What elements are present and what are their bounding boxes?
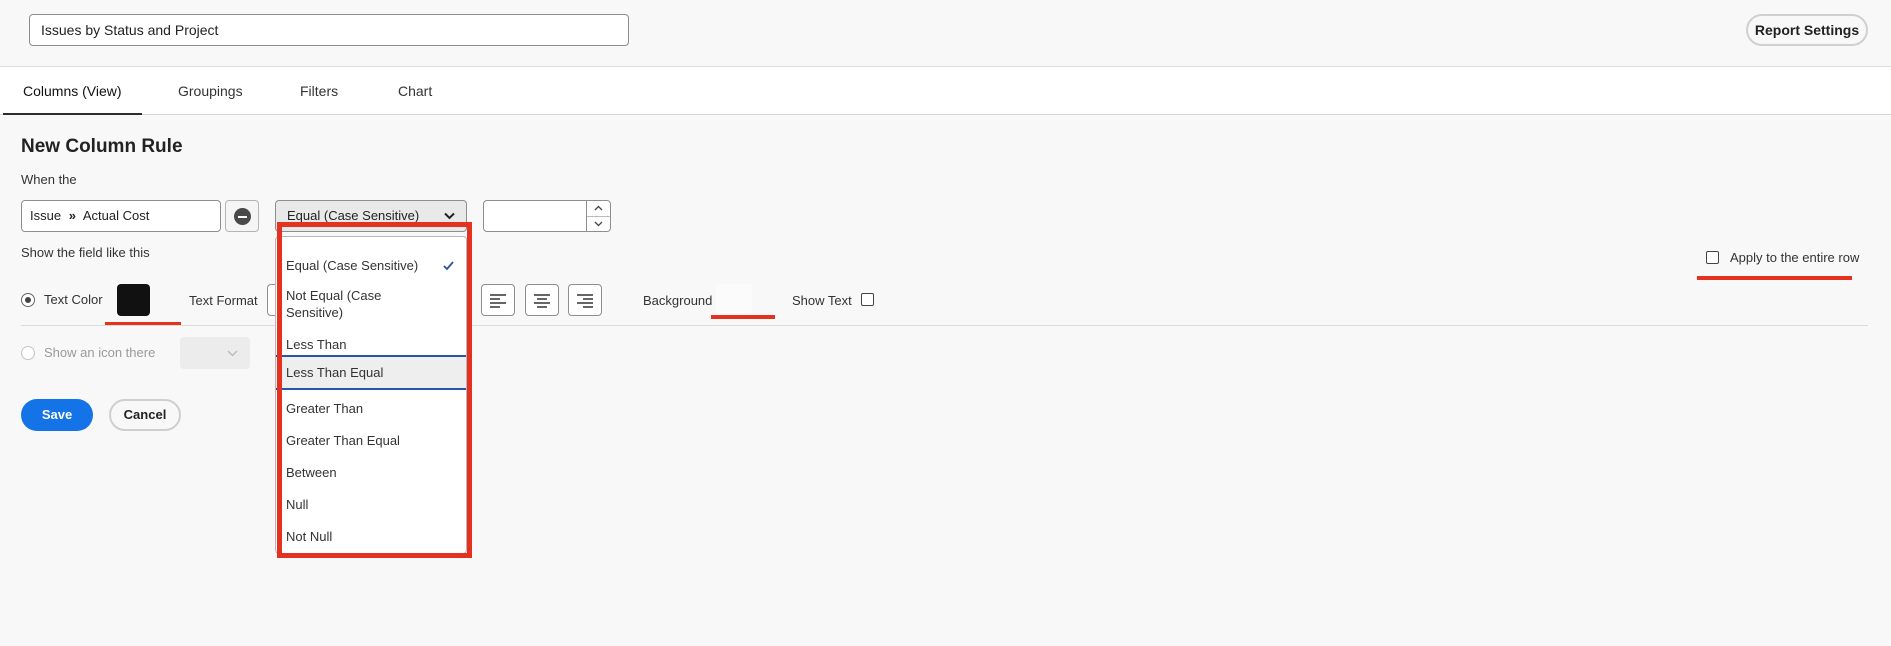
annotation-underline bbox=[1697, 276, 1852, 280]
apply-entire-row-label: Apply to the entire row bbox=[1730, 250, 1860, 265]
increment-icon[interactable] bbox=[587, 201, 610, 216]
tab-columns-view[interactable]: Columns (View) bbox=[3, 67, 142, 115]
background-label: Background bbox=[643, 293, 713, 308]
chevron-down-icon bbox=[444, 212, 455, 220]
icon-select[interactable] bbox=[180, 337, 250, 369]
text-color-swatch[interactable] bbox=[117, 284, 150, 316]
when-label: When the bbox=[21, 172, 77, 187]
field-selector[interactable]: Issue » Actual Cost bbox=[21, 200, 221, 232]
show-icon-radio[interactable] bbox=[21, 346, 35, 360]
value-stepper[interactable] bbox=[586, 200, 611, 232]
show-field-label: Show the field like this bbox=[21, 245, 150, 260]
show-icon-label: Show an icon there bbox=[44, 345, 156, 360]
minus-circle-icon bbox=[234, 208, 251, 225]
double-chevron-right-icon: » bbox=[68, 208, 76, 223]
background-color-swatch[interactable] bbox=[716, 284, 752, 316]
report-title-input[interactable]: Issues by Status and Project bbox=[29, 14, 629, 46]
remove-field-button[interactable] bbox=[225, 200, 259, 232]
text-format-label: Text Format bbox=[189, 293, 258, 308]
cancel-button[interactable]: Cancel bbox=[109, 399, 181, 431]
apply-entire-row-checkbox[interactable] bbox=[1706, 251, 1719, 264]
value-input[interactable] bbox=[483, 200, 587, 232]
field-name-label: Actual Cost bbox=[82, 208, 150, 223]
save-button[interactable]: Save bbox=[21, 399, 93, 431]
text-style-radio[interactable] bbox=[21, 293, 35, 307]
decrement-icon[interactable] bbox=[587, 217, 610, 232]
chevron-down-icon bbox=[227, 350, 238, 357]
annotation-underline bbox=[711, 315, 775, 319]
align-right-icon bbox=[577, 294, 593, 308]
tab-filters[interactable]: Filters bbox=[280, 67, 358, 115]
text-color-label: Text Color bbox=[44, 292, 103, 307]
align-center-icon bbox=[534, 294, 550, 308]
annotation-highlight-box bbox=[277, 222, 472, 558]
tab-chart[interactable]: Chart bbox=[378, 67, 452, 115]
field-object-label: Issue bbox=[30, 208, 62, 223]
report-settings-button[interactable]: Report Settings bbox=[1746, 14, 1868, 46]
align-left-icon bbox=[490, 294, 506, 308]
align-center-button[interactable] bbox=[525, 284, 559, 316]
page-title: New Column Rule bbox=[21, 136, 183, 157]
tab-groupings[interactable]: Groupings bbox=[158, 67, 263, 115]
show-text-label: Show Text bbox=[792, 293, 852, 308]
align-right-button[interactable] bbox=[568, 284, 602, 316]
operator-selected-label: Equal (Case Sensitive) bbox=[287, 208, 420, 223]
align-left-button[interactable] bbox=[481, 284, 515, 316]
show-text-checkbox[interactable] bbox=[861, 293, 874, 306]
